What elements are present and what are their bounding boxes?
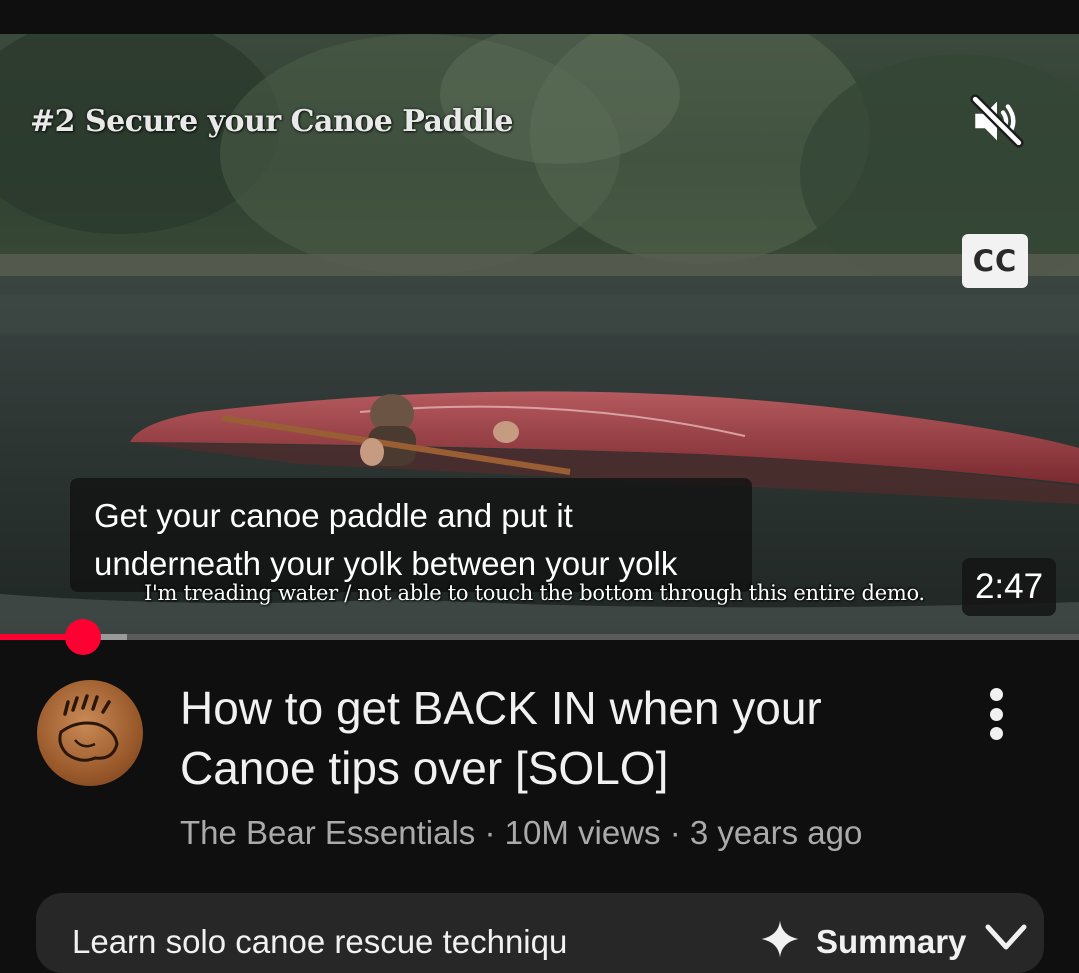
burned-in-title: #2 Secure your Canoe Paddle	[30, 104, 513, 139]
summary-label: Summary	[816, 923, 967, 960]
more-vertical-icon	[989, 727, 1003, 740]
chevron-down-icon[interactable]	[984, 923, 1028, 953]
more-vertical-icon	[989, 688, 1003, 701]
more-options-button[interactable]	[972, 684, 1020, 744]
burned-in-subtitle: I'm treading water / not able to touch t…	[144, 581, 925, 605]
video-player[interactable]: #2 Secure your Canoe Paddle CC Get your …	[0, 34, 1079, 638]
summary-card[interactable]: Learn solo canoe rescue techniqu Summary	[36, 893, 1044, 973]
upload-age: 3 years ago	[689, 814, 863, 851]
more-vertical-icon	[989, 707, 1003, 721]
duration-badge: 2:47	[962, 558, 1056, 616]
status-bar	[0, 0, 1079, 34]
video-title[interactable]: How to get BACK IN when your Canoe tips …	[180, 678, 920, 798]
channel-name[interactable]: The Bear Essentials	[180, 814, 475, 851]
video-title-line: How to get BACK IN when your	[180, 682, 822, 734]
separator: ·	[660, 814, 690, 851]
volume-muted-icon	[970, 94, 1024, 148]
caption-line: Get your canoe paddle and put it	[94, 497, 573, 534]
mute-button[interactable]	[962, 86, 1032, 156]
sparkle-icon	[761, 920, 799, 958]
separator: ·	[475, 814, 505, 851]
closed-captions-button[interactable]: CC	[962, 234, 1028, 288]
caption-overlay: Get your canoe paddle and put it underne…	[70, 478, 752, 592]
video-byline: The Bear Essentials · 10M views · 3 year…	[180, 814, 862, 852]
summary-preview: Learn solo canoe rescue techniqu	[72, 923, 568, 960]
bear-paw-icon	[58, 694, 119, 762]
channel-avatar[interactable]	[37, 680, 143, 786]
video-title-line: Canoe tips over [SOLO]	[180, 742, 669, 794]
view-count: 10M views	[504, 814, 661, 851]
video-details: How to get BACK IN when your Canoe tips …	[0, 640, 1079, 880]
